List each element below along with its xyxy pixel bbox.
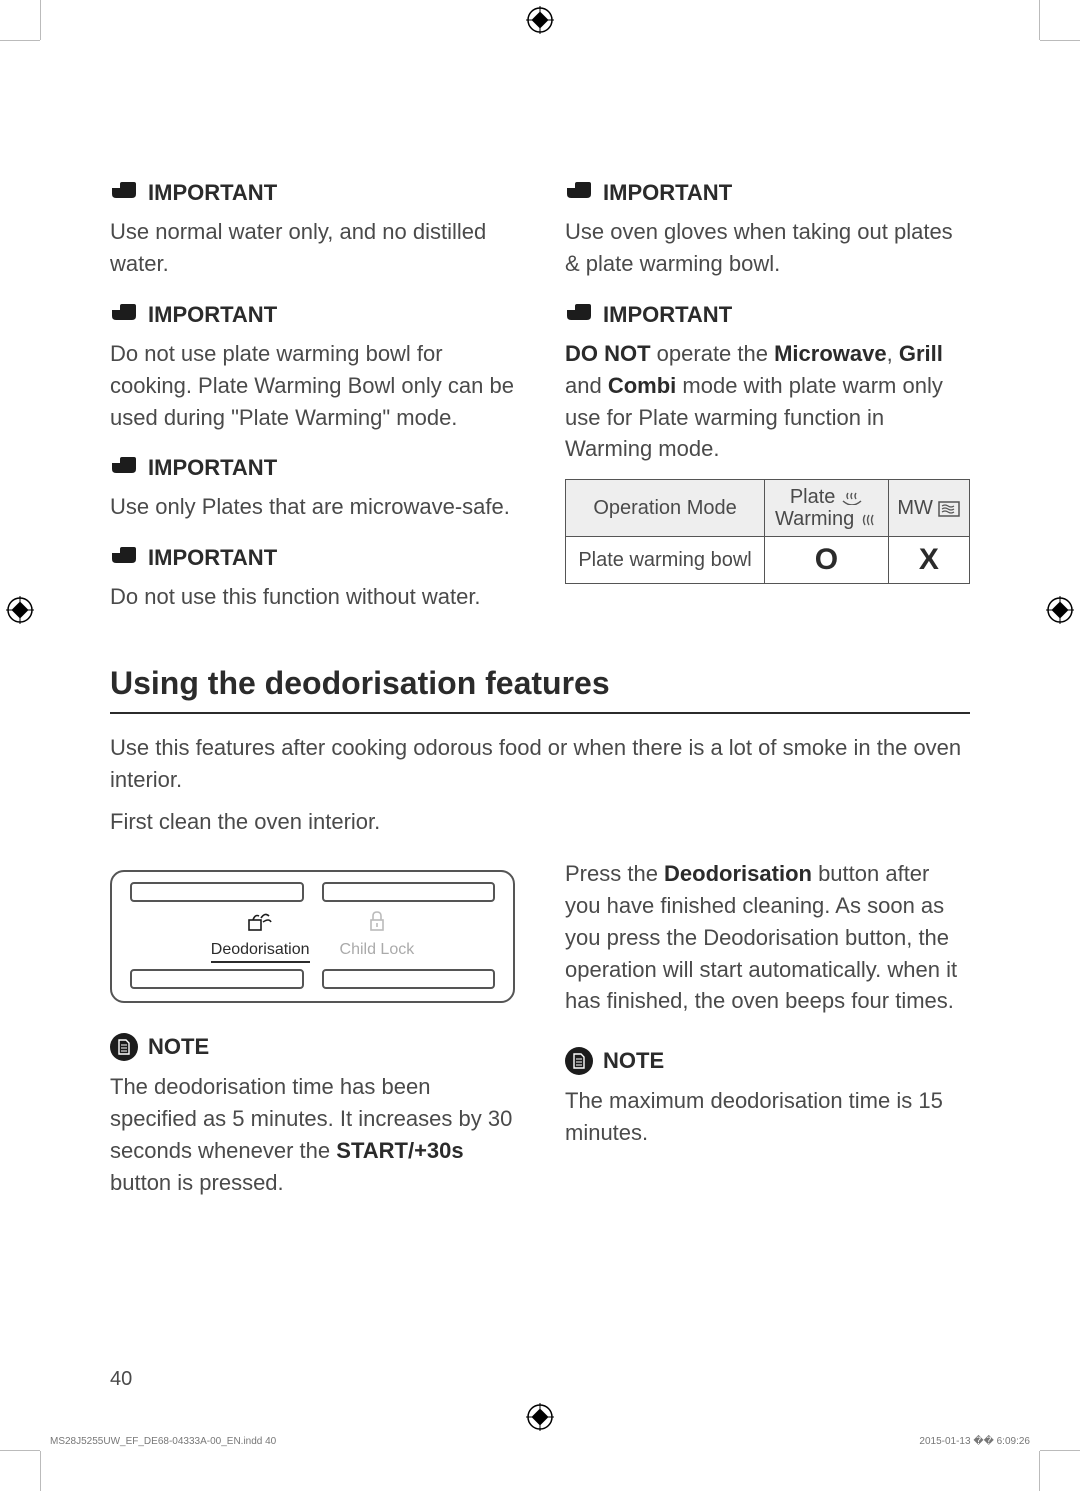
panel-column: Deodorisation Child Lock (110, 858, 515, 1221)
panel-button-shape (130, 969, 304, 989)
important-text: Do not use this function without water. (110, 581, 515, 613)
note-block: NOTE The maximum deodorisation time is 1… (565, 1047, 970, 1149)
important-text: Use oven gloves when taking out plates &… (565, 216, 970, 280)
bold-text: Microwave (774, 341, 887, 366)
crop-mark (1040, 1450, 1080, 1451)
panel-button-shape (322, 969, 496, 989)
pointing-hand-icon (110, 302, 138, 328)
operation-mode-table: Operation Mode Plate Warming MW (565, 479, 970, 584)
important-block: IMPORTANT DO NOT operate the Microwave, … (565, 302, 970, 585)
registration-mark-icon (526, 1403, 554, 1431)
table-cell: Plate warming bowl (566, 537, 765, 584)
table-row: Plate warming bowl O X (566, 537, 970, 584)
control-panel-illustration: Deodorisation Child Lock (110, 870, 515, 1003)
pointing-hand-icon (110, 545, 138, 571)
important-block: IMPORTANT Use only Plates that are micro… (110, 455, 515, 523)
registration-mark-icon (526, 6, 554, 34)
note-text: The deodorisation time has been specifie… (110, 1071, 515, 1199)
panel-label: Deodorisation (211, 941, 310, 963)
pointing-hand-icon (565, 302, 593, 328)
bold-text: Grill (899, 341, 943, 366)
note-label: NOTE (603, 1048, 664, 1074)
important-label: IMPORTANT (603, 180, 732, 206)
important-block: IMPORTANT Do not use plate warming bowl … (110, 302, 515, 434)
important-label: IMPORTANT (148, 302, 277, 328)
page-number: 40 (110, 1368, 132, 1391)
important-text: DO NOT operate the Microwave, Grill and … (565, 338, 970, 466)
table-header: Plate Warming (765, 480, 889, 537)
panel-button-shape (130, 882, 304, 902)
important-block: IMPORTANT Use normal water only, and no … (110, 180, 515, 280)
crop-mark (1039, 1451, 1040, 1491)
section-intro-2: First clean the oven interior. (110, 806, 970, 838)
note-text: The maximum deodorisation time is 15 min… (565, 1085, 970, 1149)
microwave-waves-icon (938, 501, 960, 517)
important-text: Use only Plates that are microwave-safe. (110, 491, 515, 523)
bold-text: Combi (608, 373, 676, 398)
crop-mark (1039, 0, 1040, 40)
important-label: IMPORTANT (148, 455, 277, 481)
crop-mark (40, 1451, 41, 1491)
panel-button-shape (322, 882, 496, 902)
plate-warming-icon (841, 491, 863, 505)
crop-mark (0, 1450, 40, 1451)
deodorisation-icon (247, 910, 273, 937)
note-document-icon (565, 1047, 593, 1075)
important-text: Do not use plate warming bowl for cookin… (110, 338, 515, 434)
child-lock-button-illustration: Child Lock (340, 910, 415, 963)
crop-mark (1040, 40, 1080, 41)
table-header: Operation Mode (566, 480, 765, 537)
bold-text: START/+30s (336, 1138, 463, 1163)
crop-mark (40, 0, 41, 40)
pointing-hand-icon (110, 455, 138, 481)
important-label: IMPORTANT (603, 302, 732, 328)
right-para-column: Press the Deodorisation button after you… (565, 858, 970, 1221)
important-block: IMPORTANT Do not use this function witho… (110, 545, 515, 613)
panel-label: Child Lock (340, 941, 415, 959)
table-cell: O (765, 537, 889, 584)
section-intro: Use this features after cooking odorous … (110, 732, 970, 796)
bold-text: DO NOT (565, 341, 651, 366)
registration-mark-icon (1046, 596, 1074, 624)
crop-mark (0, 40, 40, 41)
important-label: IMPORTANT (148, 180, 277, 206)
left-column: IMPORTANT Use normal water only, and no … (110, 180, 515, 635)
note-label: NOTE (148, 1034, 209, 1060)
important-text: Use normal water only, and no distilled … (110, 216, 515, 280)
note-block: NOTE The deodorisation time has been spe… (110, 1033, 515, 1199)
page-content: IMPORTANT Use normal water only, and no … (110, 180, 970, 1220)
important-block: IMPORTANT Use oven gloves when taking ou… (565, 180, 970, 280)
registration-mark-icon (6, 596, 34, 624)
print-footer: MS28J5255UW_EF_DE68-04333A-00_EN.indd 40… (50, 1436, 1030, 1447)
section-heading: Using the deodorisation features (110, 665, 970, 714)
heat-waves-icon (860, 513, 878, 527)
note-document-icon (110, 1033, 138, 1061)
table-header: MW (888, 480, 969, 537)
footer-timestamp: 2015-01-13 �� 6:09:26 (919, 1436, 1030, 1447)
table-cell: X (888, 537, 969, 584)
pointing-hand-icon (110, 180, 138, 206)
footer-file-info: MS28J5255UW_EF_DE68-04333A-00_EN.indd 40 (50, 1436, 276, 1447)
instruction-text: Press the Deodorisation button after you… (565, 858, 970, 1017)
important-label: IMPORTANT (148, 545, 277, 571)
lock-icon (366, 910, 388, 937)
right-column: IMPORTANT Use oven gloves when taking ou… (565, 180, 970, 635)
deodorisation-button-illustration: Deodorisation (211, 910, 310, 963)
pointing-hand-icon (565, 180, 593, 206)
bold-text: Deodorisation (664, 861, 812, 886)
